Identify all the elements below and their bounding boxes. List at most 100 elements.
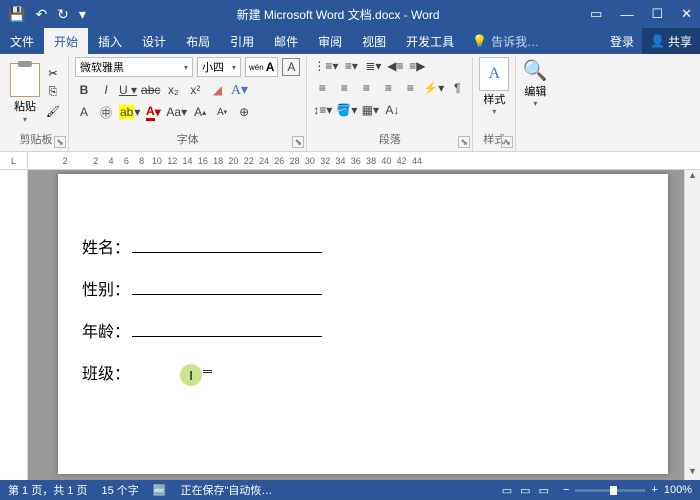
- cut-button[interactable]: ✂: [44, 66, 62, 82]
- view-read-icon[interactable]: ▭: [502, 484, 512, 497]
- bulb-icon: 💡: [472, 34, 487, 48]
- ribbon-options-icon[interactable]: ▭: [590, 6, 602, 22]
- form-field-0[interactable]: 姓名：: [82, 234, 644, 258]
- clipboard-dialog-launcher[interactable]: ⬊: [54, 136, 66, 148]
- change-case-button[interactable]: Aa▾: [166, 103, 187, 121]
- clipboard-icon: [10, 63, 40, 97]
- login-button[interactable]: 登录: [602, 33, 642, 50]
- tab-file[interactable]: 文件: [0, 28, 44, 54]
- paste-button[interactable]: 粘贴 ▾: [10, 63, 40, 124]
- styles-dialog-launcher[interactable]: ⬊: [501, 136, 513, 148]
- circle-enclose-button[interactable]: ⊕: [235, 103, 253, 121]
- zoom-slider[interactable]: [575, 489, 645, 492]
- char-shading-button[interactable]: A: [75, 103, 93, 121]
- vertical-scrollbar[interactable]: ▲ ▼: [684, 170, 700, 480]
- styles-button[interactable]: A 样式 ▾: [479, 57, 509, 116]
- field-label: 性别：: [82, 276, 130, 300]
- bullets-button[interactable]: ⋮≡▾: [313, 57, 338, 75]
- zoom-percent[interactable]: 100%: [664, 484, 692, 496]
- align-center-button[interactable]: ≡: [335, 79, 353, 97]
- show-marks-button[interactable]: ¶: [448, 79, 466, 97]
- sort-button[interactable]: A↓: [383, 101, 401, 119]
- font-color-button[interactable]: A▾: [144, 103, 162, 121]
- line-spacing-button[interactable]: ↕≡▾: [313, 101, 332, 119]
- zoom-out-button[interactable]: −: [563, 484, 569, 496]
- numbering-button[interactable]: ≡▾: [342, 57, 360, 75]
- share-button[interactable]: 👤共享: [642, 28, 700, 54]
- italic-button[interactable]: I: [97, 81, 115, 99]
- underline-field[interactable]: [132, 319, 322, 337]
- bold-button[interactable]: B: [75, 81, 93, 99]
- qat-save-icon[interactable]: 💾: [8, 6, 25, 23]
- grow-font-button[interactable]: A▴: [191, 103, 209, 121]
- status-page[interactable]: 第 1 页，共 1 页: [8, 482, 87, 498]
- increase-indent-button[interactable]: ≡▶: [408, 57, 426, 75]
- find-icon: 🔍: [522, 57, 548, 83]
- justify-button[interactable]: ≡: [379, 79, 397, 97]
- editing-button[interactable]: 🔍 编辑 ▾: [522, 57, 548, 108]
- distribute-button[interactable]: ≡: [401, 79, 419, 97]
- qat-undo-icon[interactable]: ↶: [35, 6, 47, 23]
- font-dialog-launcher[interactable]: ⬊: [292, 136, 304, 148]
- underline-button[interactable]: U ▾: [119, 81, 137, 99]
- tab-mailings[interactable]: 邮件: [264, 28, 308, 54]
- zoom-in-button[interactable]: +: [651, 484, 657, 496]
- text-effects-button[interactable]: A▾: [230, 81, 248, 99]
- scroll-up-icon[interactable]: ▲: [688, 170, 697, 184]
- format-painter-button[interactable]: 🖌: [44, 104, 62, 120]
- underline-field[interactable]: [132, 235, 322, 253]
- form-field-1[interactable]: 性别：: [82, 276, 644, 300]
- status-word-count[interactable]: 15 个字: [101, 482, 138, 498]
- enclose-char-button[interactable]: ㊥: [97, 103, 115, 121]
- clear-format-button[interactable]: ◢: [208, 81, 226, 99]
- borders-button[interactable]: ▦▾: [361, 101, 379, 119]
- align-left-button[interactable]: ≡: [313, 79, 331, 97]
- field-label: 班级：: [82, 360, 130, 384]
- form-field-2[interactable]: 年龄：: [82, 318, 644, 342]
- paragraph-dialog-launcher[interactable]: ⬊: [458, 136, 470, 148]
- char-border-button[interactable]: A: [282, 58, 300, 76]
- font-size-combo[interactable]: 小四▾: [197, 57, 241, 77]
- vertical-ruler[interactable]: [0, 170, 28, 480]
- horizontal-ruler[interactable]: 2246810121416182022242628303234363840424…: [28, 156, 700, 166]
- maximize-button[interactable]: ☐: [651, 6, 663, 22]
- tab-developer[interactable]: 开发工具: [396, 28, 464, 54]
- status-language[interactable]: 🔤: [153, 484, 167, 497]
- multilevel-button[interactable]: ≣▾: [364, 57, 382, 75]
- superscript-button[interactable]: x²: [186, 81, 204, 99]
- align-right-button[interactable]: ≡: [357, 79, 375, 97]
- field-label: 年龄：: [82, 318, 130, 342]
- qat-more-icon[interactable]: ▾: [79, 6, 86, 23]
- decrease-indent-button[interactable]: ◀≡: [386, 57, 404, 75]
- minimize-button[interactable]: —: [620, 7, 633, 22]
- tab-view[interactable]: 视图: [352, 28, 396, 54]
- view-print-icon[interactable]: ▭: [520, 484, 530, 497]
- tab-selector[interactable]: L: [0, 152, 28, 170]
- strikethrough-button[interactable]: abc: [141, 81, 160, 99]
- form-field-3[interactable]: 班级：: [82, 360, 644, 384]
- share-icon: 👤: [650, 34, 665, 48]
- phonetic-guide-button[interactable]: wénA: [245, 57, 278, 77]
- close-button[interactable]: ✕: [681, 6, 692, 22]
- tab-insert[interactable]: 插入: [88, 28, 132, 54]
- tab-review[interactable]: 审阅: [308, 28, 352, 54]
- tab-home[interactable]: 开始: [44, 28, 88, 54]
- subscript-button[interactable]: x₂: [164, 81, 182, 99]
- highlight-button[interactable]: ab▾: [119, 103, 140, 121]
- copy-button[interactable]: ⎘: [44, 85, 62, 101]
- qat-redo-icon[interactable]: ↻: [57, 6, 69, 23]
- document-page[interactable]: 姓名：性别：年龄：班级：I: [58, 174, 668, 474]
- underline-field[interactable]: [132, 277, 322, 295]
- asian-layout-button[interactable]: ⚡▾: [423, 79, 444, 97]
- view-web-icon[interactable]: ▭: [539, 484, 549, 497]
- shading-button[interactable]: 🪣▾: [336, 101, 357, 119]
- shrink-font-button[interactable]: A▾: [213, 103, 231, 121]
- font-name-combo[interactable]: 微软雅黑▾: [75, 57, 193, 77]
- tell-me[interactable]: 💡告诉我…: [464, 33, 602, 50]
- tab-layout[interactable]: 布局: [176, 28, 220, 54]
- tab-references[interactable]: 引用: [220, 28, 264, 54]
- styles-icon: A: [479, 57, 509, 91]
- tab-design[interactable]: 设计: [132, 28, 176, 54]
- scroll-down-icon[interactable]: ▼: [688, 466, 697, 480]
- group-label-paragraph: 段落: [313, 129, 466, 149]
